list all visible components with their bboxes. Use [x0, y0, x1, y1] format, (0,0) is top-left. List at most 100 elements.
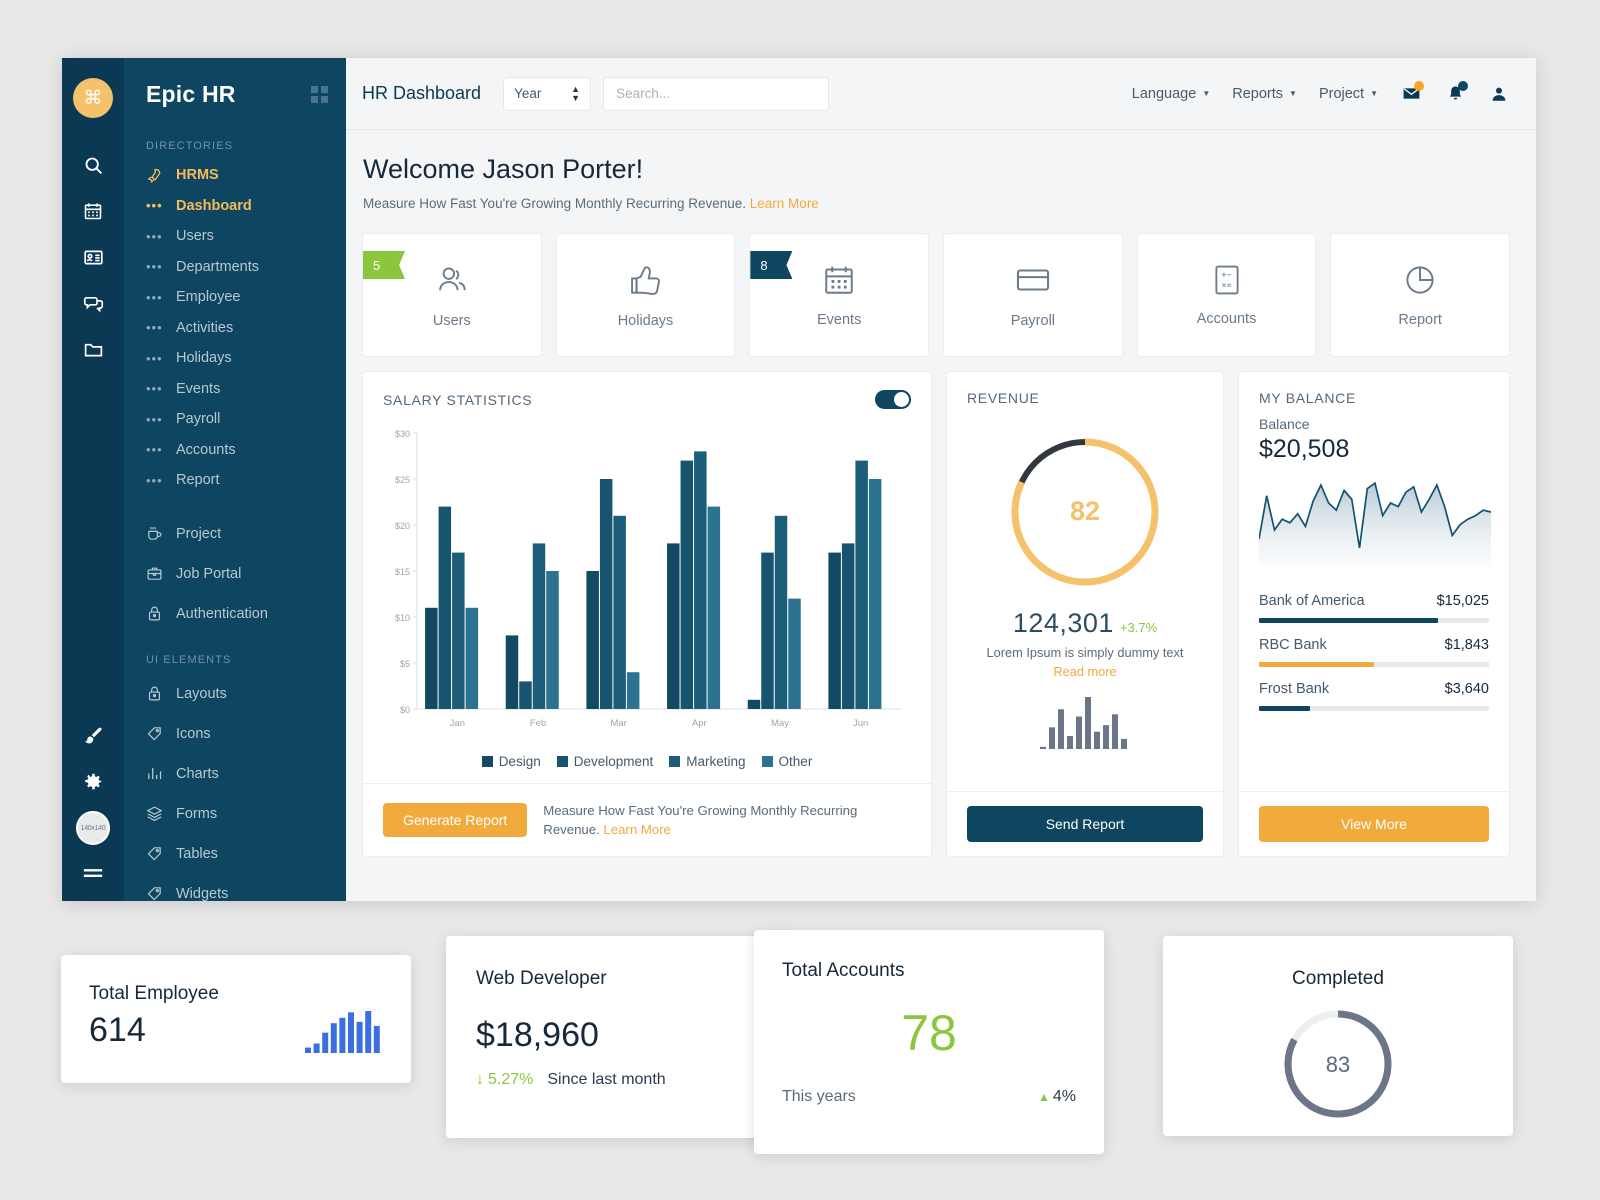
- nav-reports[interactable]: Reports ▼: [1232, 86, 1297, 102]
- sidebar-item-job-portal[interactable]: Job Portal: [124, 554, 346, 594]
- svg-text:May: May: [771, 718, 789, 729]
- brush-icon[interactable]: [62, 713, 124, 759]
- tile-label: Events: [817, 312, 862, 328]
- web-developer-title: Web Developer: [476, 968, 607, 989]
- sidebar-item-events[interactable]: ••• Events: [124, 374, 346, 405]
- total-accounts-card[interactable]: Total Accounts 78 This years ▲ 4%: [754, 930, 1104, 1154]
- hamburger-icon[interactable]: [62, 851, 124, 897]
- completed-title: Completed: [1292, 968, 1384, 989]
- bell-icon[interactable]: [1444, 80, 1468, 105]
- user-icon[interactable]: [1488, 83, 1510, 105]
- stat-tiles: 5 Users Holidays 8 Events Payroll +− ×= …: [362, 233, 1511, 357]
- total-accounts-footer: This years: [782, 1088, 856, 1105]
- avatar[interactable]: 140x140: [76, 811, 110, 845]
- search-icon[interactable]: [62, 142, 124, 188]
- sidebar-item-users[interactable]: ••• Users: [124, 221, 346, 252]
- sidebar-item-report[interactable]: ••• Report: [124, 465, 346, 496]
- learn-more-link[interactable]: Learn More: [750, 196, 819, 211]
- sidebar-item-charts[interactable]: Charts: [124, 754, 346, 794]
- svg-text:×=: ×=: [1221, 281, 1231, 291]
- id-card-icon[interactable]: [62, 234, 124, 280]
- bank-row: Frost Bank $3,640: [1259, 681, 1489, 697]
- envelope-icon[interactable]: [1400, 80, 1424, 105]
- legend-label: Development: [573, 754, 654, 769]
- search-input[interactable]: Search...: [603, 76, 830, 111]
- sidebar-item-employee[interactable]: ••• Employee: [124, 282, 346, 313]
- generate-report-button[interactable]: Generate Report: [383, 803, 528, 838]
- sidebar-item-layouts[interactable]: Layouts: [124, 674, 346, 714]
- tile-label: Users: [432, 313, 471, 329]
- total-accounts-title: Total Accounts: [782, 960, 905, 981]
- bank-progress-fill: [1259, 706, 1310, 711]
- sidebar-item-authentication[interactable]: Authentication: [124, 594, 346, 634]
- sidebar-item-icons[interactable]: Icons: [124, 714, 346, 754]
- search-placeholder: Search...: [616, 86, 671, 101]
- bank-progress-fill: [1259, 618, 1439, 623]
- legend-label: Marketing: [686, 754, 746, 769]
- sidebar-item-forms[interactable]: Forms: [124, 794, 346, 834]
- nav-language[interactable]: Language ▼: [1132, 86, 1210, 102]
- total-employee-bars: [305, 1011, 380, 1053]
- nav-label: Project: [1318, 85, 1365, 102]
- dots-icon: •••: [146, 411, 163, 427]
- sidebar-item-holidays[interactable]: ••• Holidays: [124, 343, 346, 374]
- nav-project[interactable]: Project ▼: [1319, 86, 1378, 102]
- bank-progress-track: [1259, 618, 1489, 623]
- tile-payroll[interactable]: Payroll: [943, 233, 1123, 357]
- sidebar-divider: [124, 496, 346, 514]
- tile-label: Report: [1398, 312, 1442, 328]
- sidebar-item-hrms[interactable]: HRMS: [124, 160, 346, 191]
- salary-chart: $0 $5 $10 $15 $20 $25 $30 Jan Feb Mar Apr May Jun: [363, 415, 931, 748]
- sidebar-item-dashboard[interactable]: ••• Dashboard: [124, 191, 346, 222]
- tile-report[interactable]: Report: [1330, 233, 1511, 357]
- sidebar-item-widgets[interactable]: Widgets: [124, 874, 346, 901]
- main-area: HR Dashboard Year ▲ ▼ Search... Language …: [346, 58, 1536, 901]
- period-select[interactable]: Year ▲ ▼: [503, 76, 592, 111]
- salary-title: SALARY STATISTICS: [383, 391, 533, 408]
- dots-icon: •••: [146, 472, 163, 488]
- sidebar-item-project[interactable]: Project: [124, 514, 346, 554]
- total-accounts-delta: 4%: [1052, 1088, 1076, 1105]
- bank-progress-track: [1259, 706, 1489, 711]
- calendar-icon: [821, 262, 857, 303]
- total-employee-card[interactable]: Total Employee 614: [61, 955, 411, 1083]
- bank-row: Bank of America $15,025: [1259, 593, 1489, 609]
- svg-text:Jan: Jan: [450, 718, 465, 729]
- gear-icon[interactable]: [62, 759, 124, 805]
- revenue-card: REVENUE 82 124,301 +3.7% Lorem Ipsum is …: [946, 371, 1224, 858]
- send-report-button[interactable]: Send Report: [967, 806, 1203, 843]
- sidebar-item-departments[interactable]: ••• Departments: [124, 252, 346, 283]
- tile-badge: 5: [363, 251, 405, 279]
- tile-users[interactable]: 5 Users: [362, 233, 542, 357]
- tile-accounts[interactable]: +− ×= Accounts: [1136, 233, 1317, 357]
- welcome-subtitle-text: Measure How Fast You're Growing Monthly …: [363, 196, 747, 211]
- legend-item: Marketing: [669, 754, 746, 769]
- grid-icon[interactable]: [311, 85, 328, 103]
- sidebar-item-label: Report: [176, 472, 220, 489]
- sidebar-item-tables[interactable]: Tables: [124, 834, 346, 874]
- page-title: HR Dashboard: [362, 83, 482, 103]
- tile-holidays[interactable]: Holidays: [555, 233, 736, 357]
- svg-text:$15: $15: [395, 567, 410, 577]
- chat-icon[interactable]: [62, 280, 124, 326]
- sidebar-item-label: Dashboard: [176, 197, 252, 214]
- completed-card[interactable]: Completed 83: [1163, 936, 1513, 1136]
- salary-toggle[interactable]: [875, 390, 911, 409]
- sidebar-section-label: DIRECTORIES: [146, 140, 234, 152]
- legend-item: Other: [761, 754, 812, 769]
- sidebar-item-payroll[interactable]: ••• Payroll: [124, 404, 346, 435]
- folder-icon[interactable]: [62, 326, 124, 372]
- sidebar-item-accounts[interactable]: ••• Accounts: [124, 435, 346, 466]
- svg-text:$20: $20: [395, 521, 410, 531]
- revenue-change: +3.7%: [1119, 620, 1158, 635]
- layers-icon: [146, 805, 176, 822]
- sidebar-item-activities[interactable]: ••• Activities: [124, 313, 346, 344]
- tile-events[interactable]: 8 Events: [749, 233, 930, 357]
- web-developer-card[interactable]: Web Developer $18,960 ↓ 5.27% Since last…: [446, 936, 796, 1138]
- period-select-value: Year: [514, 86, 542, 101]
- dots-icon: •••: [146, 228, 163, 244]
- revenue-read-more-link[interactable]: Read more: [1053, 664, 1116, 679]
- salary-learn-more-link[interactable]: Learn More: [603, 822, 670, 837]
- calendar-icon[interactable]: [62, 188, 124, 234]
- view-more-button[interactable]: View More: [1259, 806, 1489, 843]
